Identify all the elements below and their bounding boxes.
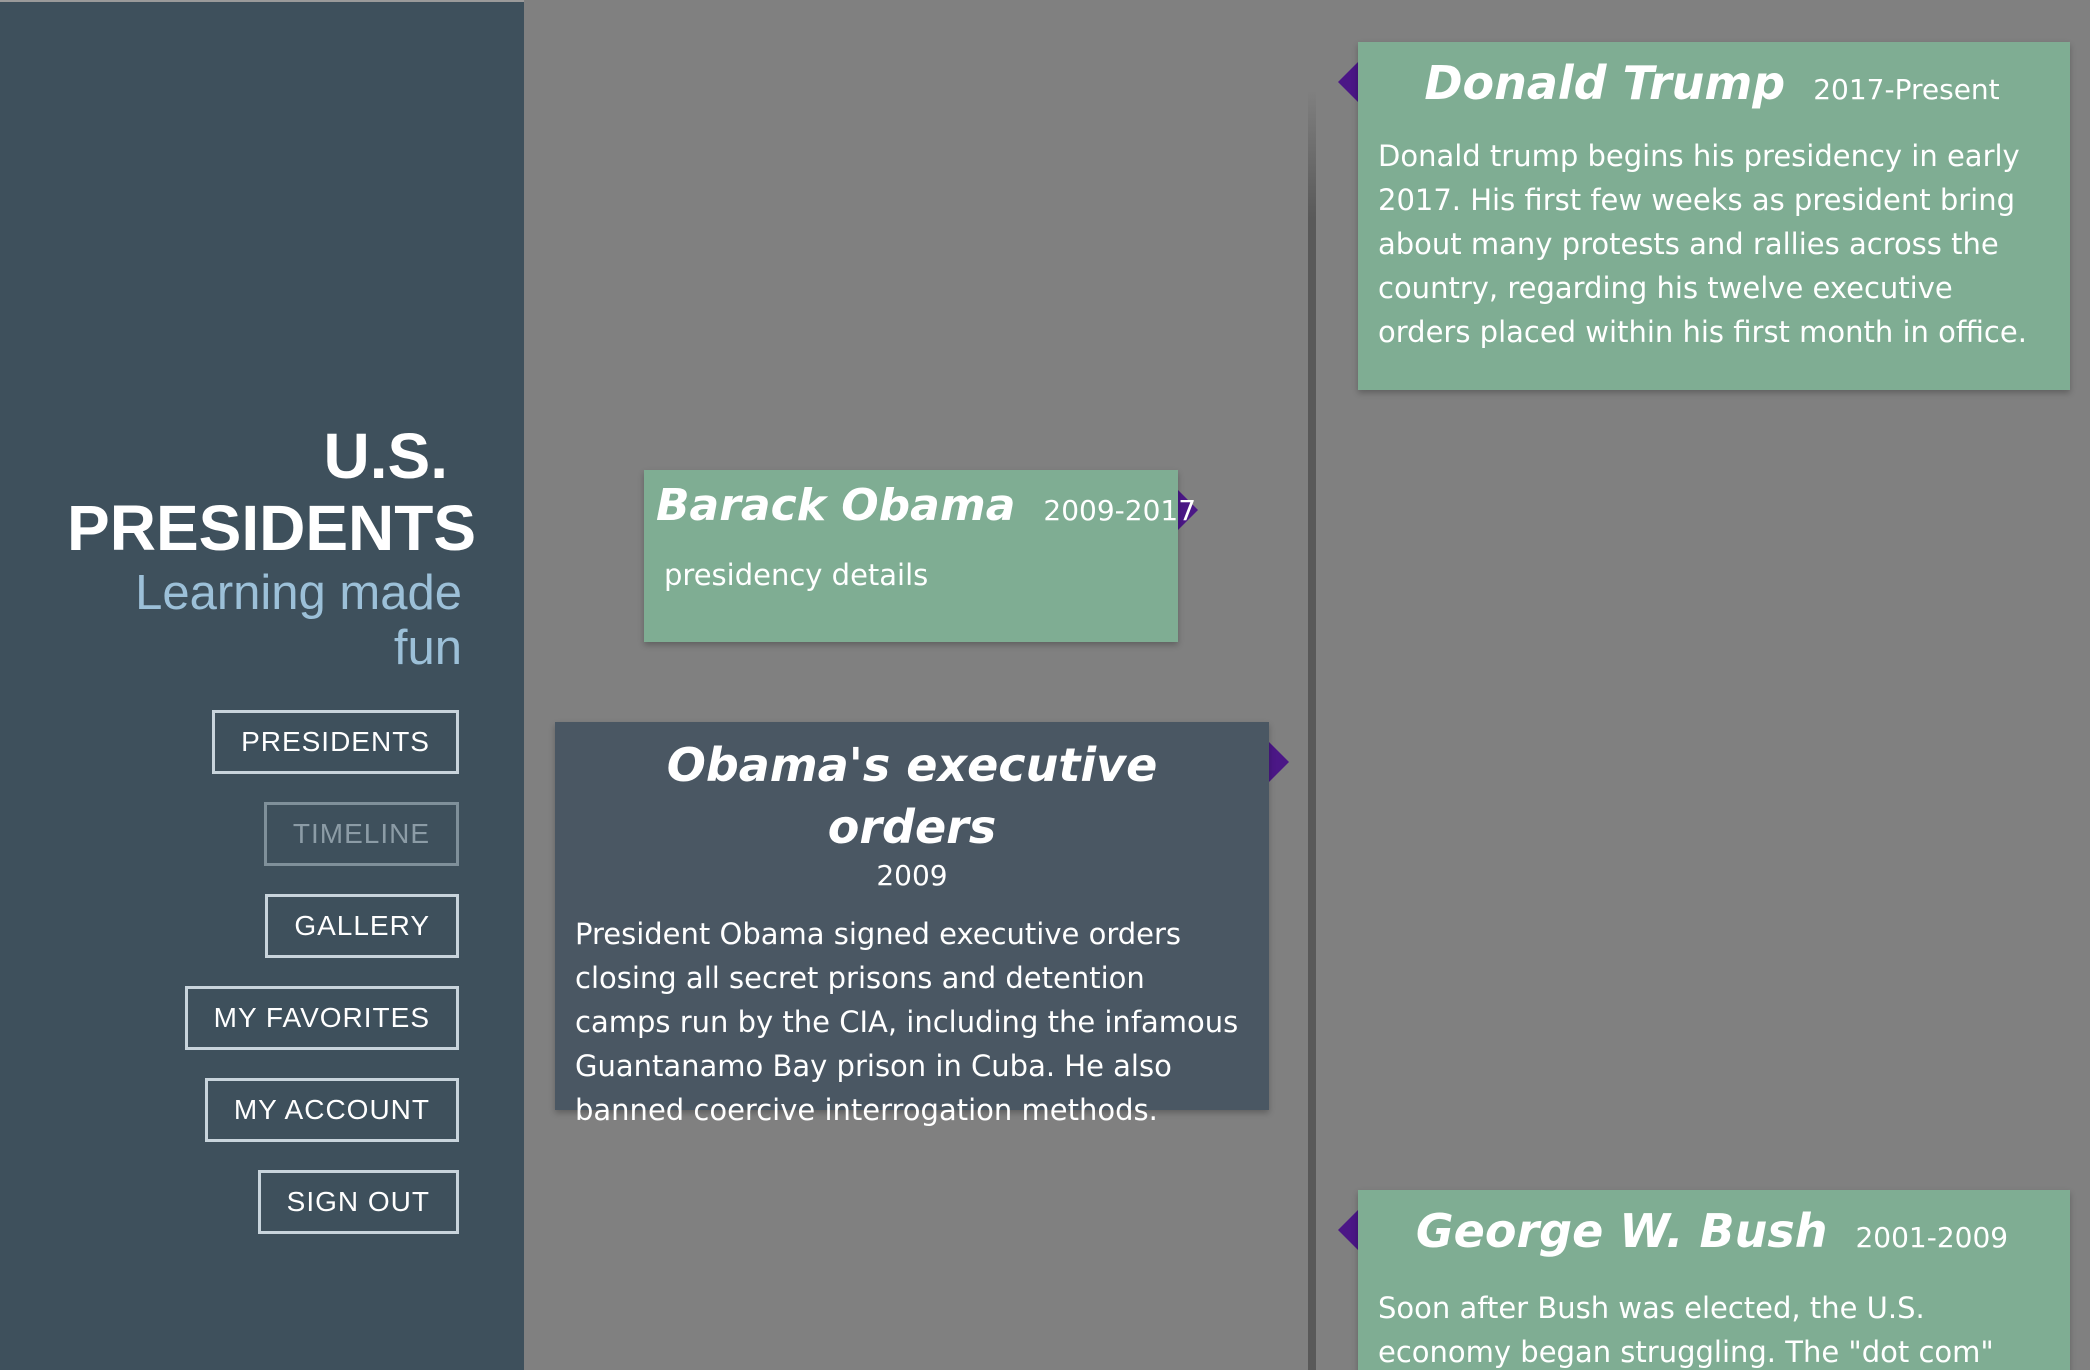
card-description: President Obama signed executive orders … — [575, 917, 1239, 1127]
timeline-card-george-w-bush[interactable]: George W. Bush 2001-2009 Soon after Bush… — [1358, 1190, 2070, 1370]
nav-presidents-button[interactable]: PRESIDENTS — [212, 710, 459, 774]
nav-timeline-button[interactable]: TIMELINE — [263, 802, 459, 866]
app-window: U.S. PRESIDENTS Learning made fun PRESID… — [0, 0, 2090, 1370]
nav-my-favorites-button[interactable]: MY FAVORITES — [184, 986, 459, 1050]
presidency-details-link[interactable]: presidency details — [656, 553, 1166, 597]
nav-sign-out-button[interactable]: SIGN OUT — [257, 1170, 459, 1234]
site-tagline: Learning made fun — [135, 566, 462, 675]
president-name: Donald Trump — [1424, 56, 1786, 110]
event-title: Obama's executive orders — [666, 738, 1158, 854]
term-years: 2001-2009 — [1855, 1221, 2009, 1254]
brand: U.S. PRESIDENTS Learning made fun — [67, 420, 476, 676]
site-title-line2: PRESIDENTS — [67, 492, 476, 564]
site-title: U.S. PRESIDENTS — [67, 420, 476, 564]
president-name: George W. Bush — [1415, 1204, 1828, 1258]
card-description: Donald trump begins his presidency in ea… — [1378, 139, 2027, 349]
president-name: Barack Obama — [656, 480, 1016, 531]
timeline-axis — [1308, 90, 1316, 1370]
card-description: Soon after Bush was elected, the U.S. ec… — [1378, 1291, 1994, 1369]
timeline-card-barack-obama[interactable]: Barack Obama 2009-2017 presidency detail… — [644, 470, 1196, 642]
timeline-pointer — [1269, 742, 1289, 782]
nav-my-account-button[interactable]: MY ACCOUNT — [204, 1078, 459, 1142]
nav-gallery-button[interactable]: GALLERY — [265, 894, 459, 958]
timeline-card-donald-trump[interactable]: Donald Trump 2017-Present Donald trump b… — [1358, 42, 2070, 390]
card-header: Barack Obama 2009-2017 — [656, 480, 1196, 531]
timeline-pointer — [1338, 62, 1358, 102]
sidebar: U.S. PRESIDENTS Learning made fun PRESID… — [0, 0, 524, 1370]
timeline-card-obama-executive-orders[interactable]: Obama's executive orders 2009 President … — [555, 722, 1269, 1127]
card-header: George W. Bush 2001-2009 — [1378, 1204, 2046, 1258]
term-years: 2009-2017 — [1043, 494, 1197, 527]
term-years: 2017-Present — [1813, 73, 2000, 106]
timeline-pointer — [1338, 1210, 1358, 1250]
event-year: 2009 — [876, 859, 948, 892]
main-nav: PRESIDENTS TIMELINE GALLERY MY FAVORITES… — [184, 710, 459, 1262]
site-title-line1: U.S. — [323, 420, 448, 492]
card-header: Donald Trump 2017-Present — [1378, 56, 2046, 110]
